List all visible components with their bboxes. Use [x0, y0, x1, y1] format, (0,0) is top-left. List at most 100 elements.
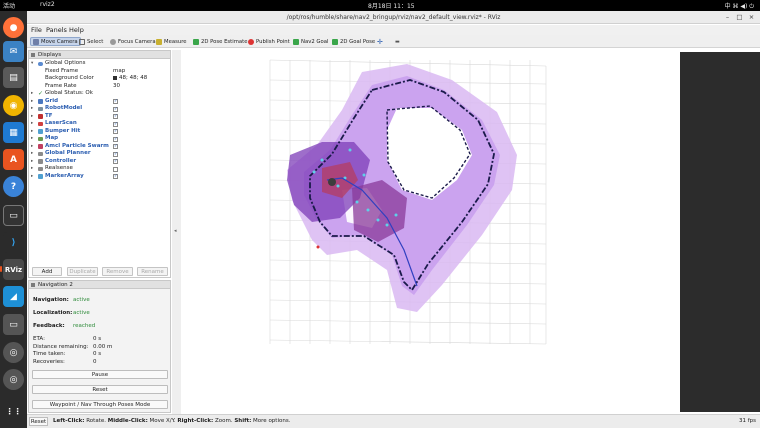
remove-tool-icon[interactable]: ▬ [393, 37, 402, 46]
focus-camera-icon [110, 38, 116, 45]
disc-icon[interactable]: ◎ [3, 342, 24, 363]
display-item-map[interactable]: ▸ Map ✓ [29, 135, 170, 143]
map-checkbox[interactable]: ✓ [113, 136, 118, 142]
nav-goal-icon [293, 38, 299, 45]
reset-view-button[interactable]: Reset [29, 417, 48, 426]
bumper-hit-checkbox[interactable]: ✓ [113, 129, 118, 134]
pause-button[interactable]: Pause [32, 370, 168, 379]
expand-arrow-icon[interactable]: ▾ [31, 60, 33, 68]
panel-icon [31, 283, 35, 287]
rename-button[interactable]: Rename [137, 267, 168, 276]
expand-arrow-icon[interactable]: ▸ [31, 90, 33, 98]
expand-arrow-icon[interactable]: ▸ [31, 158, 33, 166]
files-icon[interactable]: ▤ [3, 67, 24, 88]
goal-pose-tool[interactable]: 2D Goal Pose [330, 37, 377, 46]
rhythmbox-icon[interactable]: ◉ [3, 95, 24, 116]
disc2-icon[interactable]: ◎ [3, 369, 24, 390]
expand-arrow-icon[interactable]: ▸ [31, 150, 33, 158]
menu-panels[interactable]: Panels [46, 26, 67, 34]
vscode-icon[interactable]: ⟩ [3, 232, 24, 253]
window-titlebar: /opt/ros/humble/share/nav2_bringup/rviz/… [27, 11, 760, 24]
publish-point-tool[interactable]: Publish Point [246, 37, 292, 46]
background-color-value[interactable]: 48; 48; 48 [113, 75, 147, 83]
rviz-icon[interactable]: RViz [3, 259, 24, 280]
amcl-checkbox[interactable]: ✓ [113, 144, 118, 149]
tree-background-color[interactable]: Background Color 48; 48; 48 [29, 75, 170, 83]
software-center-icon[interactable]: A [3, 149, 24, 170]
display-item-global-planner[interactable]: ▸ Global Planner ✓ [29, 150, 170, 158]
remove-button[interactable]: Remove [102, 267, 133, 276]
laserscan-checkbox[interactable]: ✓ [113, 121, 118, 127]
expand-arrow-icon[interactable]: ▸ [31, 165, 33, 173]
terminal-icon[interactable]: ▭ [3, 205, 24, 226]
select-tool[interactable]: Select [77, 37, 105, 46]
display-item-markerarray[interactable]: ▸ MarkerArray ✓ [29, 173, 170, 181]
folder-icon [38, 166, 43, 171]
pose-estimate-tool[interactable]: 2D Pose Estimate [191, 37, 249, 46]
markerarray-checkbox[interactable]: ✓ [113, 174, 118, 179]
expand-arrow-icon[interactable]: ▸ [31, 143, 33, 151]
global-planner-checkbox[interactable]: ✓ [113, 151, 118, 157]
display-item-realsense[interactable]: ▸ Realsense [29, 165, 170, 173]
frame-rate-value[interactable]: 30 [113, 83, 120, 91]
add-button[interactable]: Add [32, 267, 62, 276]
fixed-frame-value[interactable]: map [113, 68, 125, 76]
activities-button[interactable]: 活动 [3, 1, 15, 10]
expand-arrow-icon[interactable]: ▸ [31, 113, 33, 121]
axes-icon [38, 114, 43, 119]
show-apps-icon[interactable]: ⋮⋮ [3, 401, 24, 422]
expand-arrow-icon[interactable]: ▸ [31, 98, 33, 106]
clock[interactable]: 8月18日 11：15 [368, 1, 415, 10]
expand-arrow-icon[interactable]: ▸ [31, 135, 33, 143]
maximize-icon[interactable]: □ [735, 13, 744, 21]
duplicate-button[interactable]: Duplicate [67, 267, 98, 276]
expand-arrow-icon[interactable]: ▸ [31, 128, 33, 136]
focus-camera-tool[interactable]: Focus Camera [108, 37, 158, 46]
3d-viewport[interactable] [182, 50, 760, 414]
help-icon[interactable]: ? [3, 176, 24, 197]
writer-icon[interactable]: ▦ [3, 122, 24, 143]
menu-file[interactable]: File [31, 26, 42, 34]
move-camera-tool[interactable]: Move Camera [30, 37, 81, 46]
reset-button[interactable]: Reset [32, 385, 168, 394]
controller-checkbox[interactable]: ✓ [113, 159, 118, 164]
display-item-robotmodel[interactable]: ▸ RobotModel ✓ [29, 105, 170, 113]
tf-checkbox[interactable]: ✓ [113, 114, 118, 119]
expand-arrow-icon[interactable]: ▸ [31, 105, 33, 113]
feishu-icon[interactable]: ◢ [3, 286, 24, 307]
display-item-tf[interactable]: ▸ TF ✓ [29, 113, 170, 121]
display-item-laserscan[interactable]: ▸ LaserScan ✓ [29, 120, 170, 128]
system-tray[interactable]: 中 ⌘ ◀) ⏻ [725, 1, 754, 11]
grid-checkbox[interactable]: ✓ [113, 99, 118, 104]
tree-fixed-frame[interactable]: Fixed Frame map [29, 68, 170, 76]
close-icon[interactable]: × [747, 13, 756, 21]
add-tool-icon[interactable]: ✛ [375, 37, 385, 46]
display-item-bumper-hit[interactable]: ▸ Bumper Hit ✓ [29, 128, 170, 136]
expand-arrow-icon[interactable]: ▸ [31, 173, 33, 181]
select-icon [79, 38, 85, 45]
nav2-goal-tool[interactable]: Nav2 Goal [291, 37, 330, 46]
grid-icon [38, 99, 43, 104]
menu-help[interactable]: Help [69, 26, 84, 34]
expand-arrow-icon[interactable]: ▸ [31, 120, 33, 128]
display-item-controller[interactable]: ▸ Controller ✓ [29, 158, 170, 166]
feedback-value: reached [73, 323, 96, 329]
panel-splitter[interactable]: ◂ [172, 50, 181, 414]
display-item-grid[interactable]: ▸ Grid ✓ [29, 98, 170, 106]
robotmodel-checkbox[interactable]: ✓ [113, 106, 118, 112]
firefox-icon[interactable]: ● [3, 17, 24, 38]
marker-icon [38, 129, 43, 134]
thunderbird-icon[interactable]: ✉ [3, 41, 24, 62]
collapse-arrow-icon[interactable]: ◂ [174, 228, 177, 234]
drive-icon[interactable]: ▭ [3, 314, 24, 335]
waypoint-mode-button[interactable]: Waypoint / Nav Through Poses Mode [32, 400, 168, 409]
display-item-amcl-particle-swarm[interactable]: ▸ Amcl Particle Swarm ✓ [29, 143, 170, 151]
measure-tool[interactable]: Measure [154, 37, 189, 46]
app-menu[interactable]: rviz2 [40, 1, 55, 8]
minimize-icon[interactable]: – [723, 13, 732, 21]
realsense-checkbox[interactable] [113, 166, 118, 172]
laser-icon [38, 121, 43, 126]
tree-frame-rate[interactable]: Frame Rate 30 [29, 83, 170, 91]
tree-global-options[interactable]: ▾ Global Options [29, 60, 170, 68]
tree-global-status[interactable]: ▸ ✓ Global Status: Ok [29, 90, 170, 98]
